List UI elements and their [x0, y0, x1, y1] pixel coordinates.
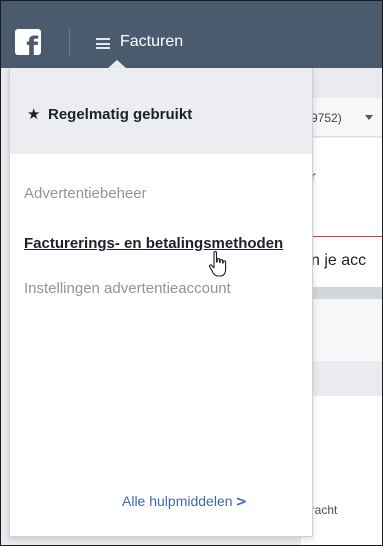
background-panel-2 — [301, 299, 382, 361]
all-tools-link[interactable]: Alle hulpmiddelen > — [122, 493, 247, 510]
dropdown-caret — [108, 60, 126, 68]
star-icon: ★ — [27, 105, 41, 123]
hand-pointer-cursor-icon — [208, 251, 227, 277]
all-tools-label: Alle hulpmiddelen — [122, 493, 233, 509]
frequently-used-header: ★ Regelmatig gebruikt — [10, 68, 312, 154]
background-panel-3: pracht — [301, 396, 382, 545]
app-frame: f Facturen 9752) r n je acc pracht ★ Reg… — [0, 0, 383, 546]
chevron-right-icon: > — [235, 494, 248, 510]
logo-letter: f — [26, 32, 38, 55]
menu-item-ad-account-settings[interactable]: Instellingen advertentieaccount — [24, 278, 294, 299]
menu-title[interactable]: Facturen — [120, 33, 183, 51]
top-bar: f Facturen — [1, 1, 382, 68]
alert-banner: n je acc — [301, 236, 382, 288]
hamburger-menu-icon[interactable] — [96, 38, 110, 49]
topbar-divider — [69, 29, 70, 57]
frequently-used-label: Regelmatig gebruikt — [48, 106, 193, 123]
menu-item-ads-manager[interactable]: Advertentiebeheer — [24, 183, 294, 204]
facebook-logo-icon[interactable]: f — [15, 29, 41, 55]
menu-item-billing-payment-methods[interactable]: Facturerings- en betalingsmethoden — [24, 233, 294, 254]
navigation-dropdown: ★ Regelmatig gebruikt Advertentiebeheer … — [9, 68, 313, 537]
background-strip — [301, 287, 382, 299]
alert-text-fragment: n je acc — [311, 252, 367, 269]
account-id-fragment: 9752) — [311, 111, 342, 125]
chevron-down-icon — [365, 115, 373, 120]
account-selector[interactable]: 9752) — [301, 98, 382, 137]
background-panel: r — [301, 138, 382, 238]
